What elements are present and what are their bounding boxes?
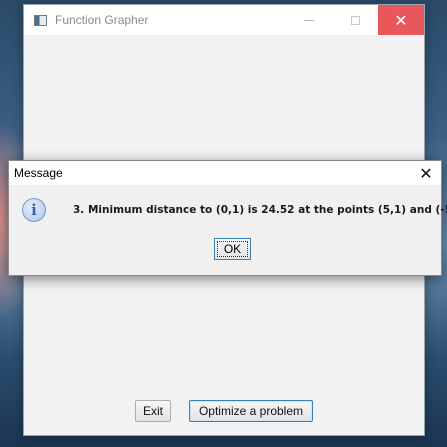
close-button[interactable]: ✕ <box>378 5 424 35</box>
exit-button[interactable]: Exit <box>135 400 171 422</box>
close-icon: ✕ <box>394 10 408 30</box>
dialog-titlebar[interactable]: Message ✕ <box>9 161 441 185</box>
dialog-message: 3. Minimum distance to (0,1) is 24.52 at… <box>73 204 447 216</box>
close-icon: ✕ <box>419 163 433 183</box>
bottom-button-bar: Exit Optimize a problem <box>135 400 313 422</box>
maximize-icon <box>350 15 360 25</box>
dialog-body: i 3. Minimum distance to (0,1) is 24.52 … <box>9 185 447 275</box>
app-window-icon <box>34 14 47 26</box>
window-controls: ✕ <box>286 5 424 35</box>
maximize-button[interactable] <box>332 5 378 35</box>
window-title: Function Grapher <box>55 13 149 27</box>
dialog-title: Message <box>14 166 63 180</box>
information-icon: i <box>22 198 46 222</box>
ok-button[interactable]: OK <box>214 238 251 260</box>
window-titlebar[interactable]: Function Grapher ✕ <box>24 5 424 35</box>
dialog-close-button[interactable]: ✕ <box>417 163 435 183</box>
minimize-icon <box>304 19 314 21</box>
minimize-button[interactable] <box>286 5 332 35</box>
optimize-problem-button[interactable]: Optimize a problem <box>189 400 313 422</box>
message-dialog: Message ✕ i 3. Minimum distance to (0,1)… <box>8 160 447 276</box>
